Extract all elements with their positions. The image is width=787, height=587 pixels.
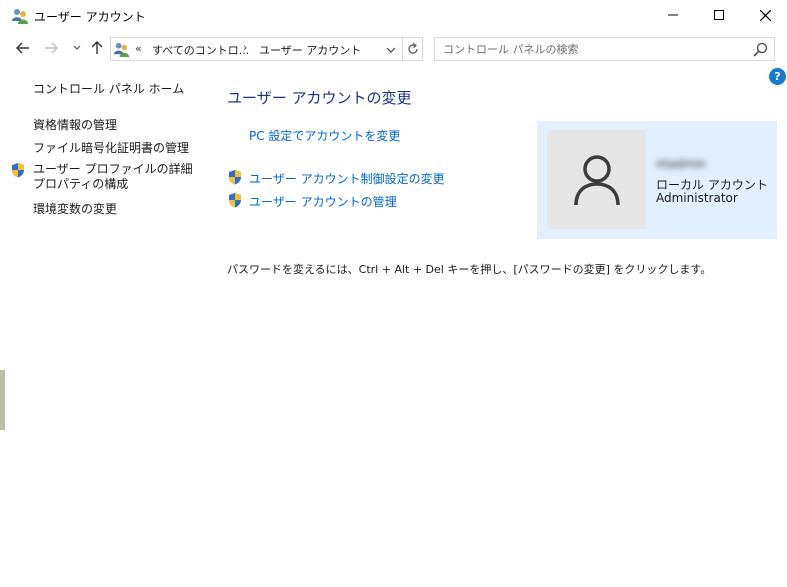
search-icon[interactable] [753,42,768,57]
password-hint-text: パスワードを変えるには、Ctrl + Alt + Del キーを押し、[パスワー… [227,263,712,276]
navigation-bar: « すべてのコントロ... › ユーザー アカウント [0,32,787,64]
minimize-icon [668,14,678,16]
breadcrumb-separator[interactable]: › [243,41,247,54]
user-avatar-icon [573,154,620,205]
user-name: ntadmin [656,157,706,171]
minimize-button[interactable] [650,0,696,30]
forward-button[interactable] [40,37,62,59]
uac-shield-icon [229,170,241,185]
breadcrumb-user-accounts[interactable]: ユーザー アカウント [259,42,361,58]
change-environment-variables-link[interactable]: 環境変数の変更 [33,200,117,217]
account-role: Administrator [656,191,738,205]
arrow-left-icon [16,42,29,54]
user-card: ntadmin ローカル アカウント Administrator [537,121,777,239]
refresh-icon [407,43,418,54]
maximize-button[interactable] [696,0,742,30]
user-accounts-icon [113,42,130,58]
breadcrumb-overflow[interactable]: « [135,42,142,55]
file-encryption-certificates-link[interactable]: ファイル暗号化証明書の管理 [33,139,189,156]
page-title: ユーザー アカウントの変更 [227,89,412,107]
search-input[interactable] [435,38,745,60]
search-box[interactable] [434,37,775,61]
help-button[interactable]: ? [769,68,786,85]
manage-credentials-link[interactable]: 資格情報の管理 [33,116,117,133]
address-bar[interactable]: « すべてのコントロ... › ユーザー アカウント [110,37,403,61]
recent-locations-button[interactable] [66,37,88,59]
arrow-up-icon [91,41,103,54]
refresh-button[interactable] [403,37,423,61]
window-title: ユーザー アカウント [34,10,146,24]
uac-shield-icon [229,193,241,208]
control-panel-home-link[interactable]: コントロール パネル ホーム [33,80,184,97]
up-button[interactable] [86,37,108,59]
close-icon [759,9,771,21]
background-window-edge [0,370,5,430]
title-bar: ユーザー アカウント [0,0,787,32]
manage-user-accounts-link[interactable]: ユーザー アカウントの管理 [249,193,397,210]
user-accounts-icon [12,9,28,24]
advanced-user-profile-properties-link[interactable]: ユーザー プロファイルの詳細プロパティの構成 [33,162,203,192]
maximize-icon [714,10,724,20]
chevron-down-icon [73,45,81,50]
arrow-right-icon [45,42,58,54]
change-account-in-pc-settings-link[interactable]: PC 設定でアカウントを変更 [249,127,400,144]
back-button[interactable] [12,37,34,59]
change-uac-settings-link[interactable]: ユーザー アカウント制御設定の変更 [249,170,445,187]
uac-shield-icon [12,163,24,178]
chevron-down-icon[interactable] [384,43,398,57]
breadcrumb-all-control-panel[interactable]: すべてのコントロ... [152,42,249,58]
close-button[interactable] [742,0,787,30]
avatar [547,130,646,229]
